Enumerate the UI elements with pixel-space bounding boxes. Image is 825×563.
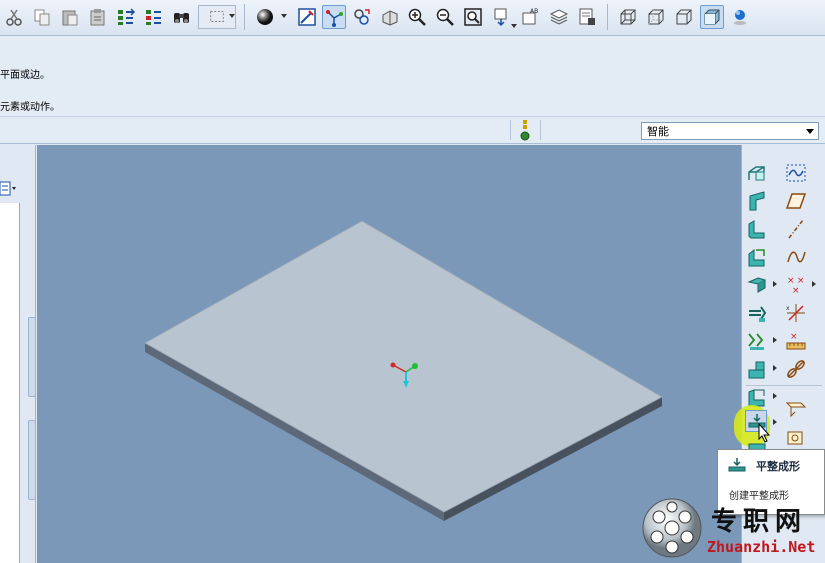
model-tree-settings-icon[interactable] <box>575 5 599 29</box>
flange-wall-icon[interactable] <box>746 190 768 212</box>
curve-icon[interactable] <box>785 246 807 268</box>
sketch-icon[interactable] <box>785 162 807 184</box>
regenerate-icon[interactable] <box>114 5 138 29</box>
svg-text:×: × <box>792 286 800 296</box>
panel-sash[interactable] <box>28 420 36 500</box>
paste-special-icon[interactable] <box>86 5 110 29</box>
flatten-icon <box>728 457 746 473</box>
find-icon[interactable] <box>170 5 194 29</box>
model-tree-pane[interactable] <box>0 203 20 563</box>
sheetmetal-plate-model[interactable] <box>37 145 741 563</box>
message-line-2: 元素或动作。 <box>0 102 60 113</box>
svg-text:×: × <box>787 276 795 286</box>
message-line-1: 平面或边。 <box>0 70 50 81</box>
selection-filter-dropdown[interactable]: 智能 <box>641 122 819 140</box>
sheetmetal-wall-icon[interactable] <box>746 162 768 184</box>
svg-text:x: x <box>786 305 790 312</box>
cut-icon[interactable] <box>2 5 26 29</box>
punch-icon[interactable] <box>785 426 807 448</box>
watermark-ball-icon <box>641 497 703 559</box>
selection-filter-value: 智能 <box>647 125 669 138</box>
annotation-display-icon[interactable]: AB <box>519 5 543 29</box>
regenerate-manager-icon[interactable] <box>142 5 166 29</box>
point-icon[interactable]: × × × <box>785 274 807 296</box>
wireframe-icon[interactable] <box>616 5 640 29</box>
edge-rip-icon[interactable] <box>746 302 768 324</box>
spin-center-icon[interactable] <box>322 5 346 29</box>
orient-icon[interactable] <box>378 5 402 29</box>
graphics-window[interactable] <box>37 145 741 563</box>
axis-icon[interactable] <box>785 218 807 240</box>
watermark: 专职网 Zhuanzhi.Net <box>641 497 825 563</box>
watermark-url: Zhuanzhi.Net <box>707 538 816 556</box>
saved-views-icon[interactable] <box>489 5 513 29</box>
shaded-icon[interactable] <box>700 5 724 29</box>
svg-text:×: × <box>790 332 798 342</box>
shading-sphere-icon[interactable] <box>253 5 277 29</box>
copy-icon[interactable] <box>30 5 54 29</box>
corner-relief-icon[interactable] <box>746 358 768 380</box>
mouse-cursor-icon <box>758 422 772 443</box>
status-light-icon <box>520 120 530 142</box>
panel-sash[interactable] <box>28 317 36 397</box>
svg-text:×: × <box>797 276 805 286</box>
navigator-panel <box>0 145 36 563</box>
extend-icon[interactable] <box>746 218 768 240</box>
layers-icon[interactable] <box>547 5 571 29</box>
form-icon[interactable] <box>785 398 807 420</box>
toolbar-separator <box>746 385 822 386</box>
zoom-in-icon[interactable] <box>405 5 429 29</box>
paste-icon[interactable] <box>58 5 82 29</box>
status-separator <box>510 120 511 140</box>
hidden-line-icon[interactable] <box>644 5 668 29</box>
message-divider <box>0 116 825 117</box>
bend-icon[interactable] <box>746 274 768 296</box>
status-separator <box>540 120 541 140</box>
main-toolbar: AB <box>0 0 825 36</box>
svg-text:AB: AB <box>530 8 538 15</box>
model-tree-icon[interactable] <box>0 181 18 197</box>
conversion-icon[interactable] <box>746 330 768 352</box>
chevron-down-icon <box>806 129 814 134</box>
tooltip-title: 平整成形 <box>756 460 800 473</box>
watermark-site-name: 专职网 <box>711 507 808 537</box>
unbend-icon[interactable] <box>746 246 768 268</box>
sphere-display-icon[interactable] <box>728 5 752 29</box>
analysis-icon[interactable]: × <box>785 330 807 352</box>
zoom-out-icon[interactable] <box>433 5 457 29</box>
refit-icon[interactable] <box>461 5 485 29</box>
datum-chain-icon[interactable] <box>785 358 807 380</box>
message-area: 平面或边。 元素或动作。 智能 <box>0 36 825 144</box>
named-view-icon[interactable] <box>350 5 374 29</box>
no-hidden-icon[interactable] <box>672 5 696 29</box>
plane-icon[interactable] <box>785 190 807 212</box>
repaint-icon[interactable] <box>295 5 319 29</box>
csys-icon[interactable]: x <box>785 302 807 324</box>
